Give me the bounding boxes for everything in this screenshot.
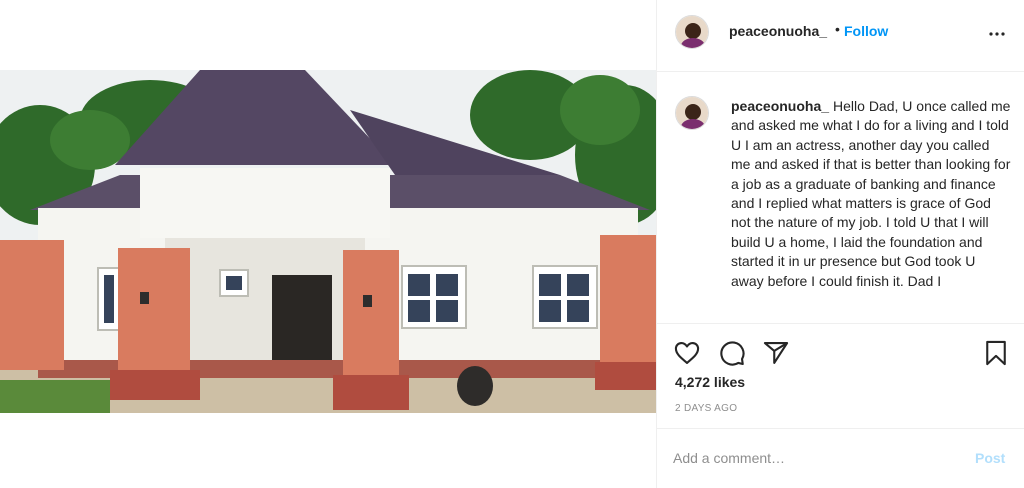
post-header: peaceonuoha_ • Follow (657, 0, 1024, 72)
caption-area: peaceonuoha_ Hello Dad, U once called me … (657, 72, 1024, 324)
likes-count[interactable]: 4,272 likes (675, 374, 745, 390)
caption-username[interactable]: peaceonuoha_ (731, 98, 829, 114)
comment-input[interactable] (673, 447, 953, 469)
follow-separator: • (835, 21, 840, 37)
bookmark-icon[interactable] (982, 339, 1010, 367)
username-link[interactable]: peaceonuoha_ (729, 23, 827, 39)
avatar[interactable] (675, 15, 709, 49)
comment-icon[interactable] (718, 339, 746, 367)
post-side-panel: peaceonuoha_ • Follow peaceonuoha_ Hello … (656, 0, 1024, 488)
action-bar (657, 336, 1024, 368)
caption-text: Hello Dad, U once called me and asked me… (731, 98, 1011, 289)
paper-plane-icon[interactable] (762, 339, 790, 367)
post-media-panel (0, 0, 656, 488)
heart-icon[interactable] (673, 339, 701, 367)
follow-button[interactable]: Follow (844, 23, 888, 39)
more-horizontal-icon[interactable] (985, 22, 1009, 46)
post-photo-house[interactable] (0, 70, 656, 413)
post-date[interactable]: 2 DAYS AGO (675, 403, 737, 414)
post-comment-button[interactable]: Post (975, 450, 1005, 466)
caption-avatar[interactable] (675, 96, 709, 130)
comment-bar: Post (657, 428, 1024, 488)
post-caption: peaceonuoha_ Hello Dad, U once called me … (731, 97, 1011, 291)
